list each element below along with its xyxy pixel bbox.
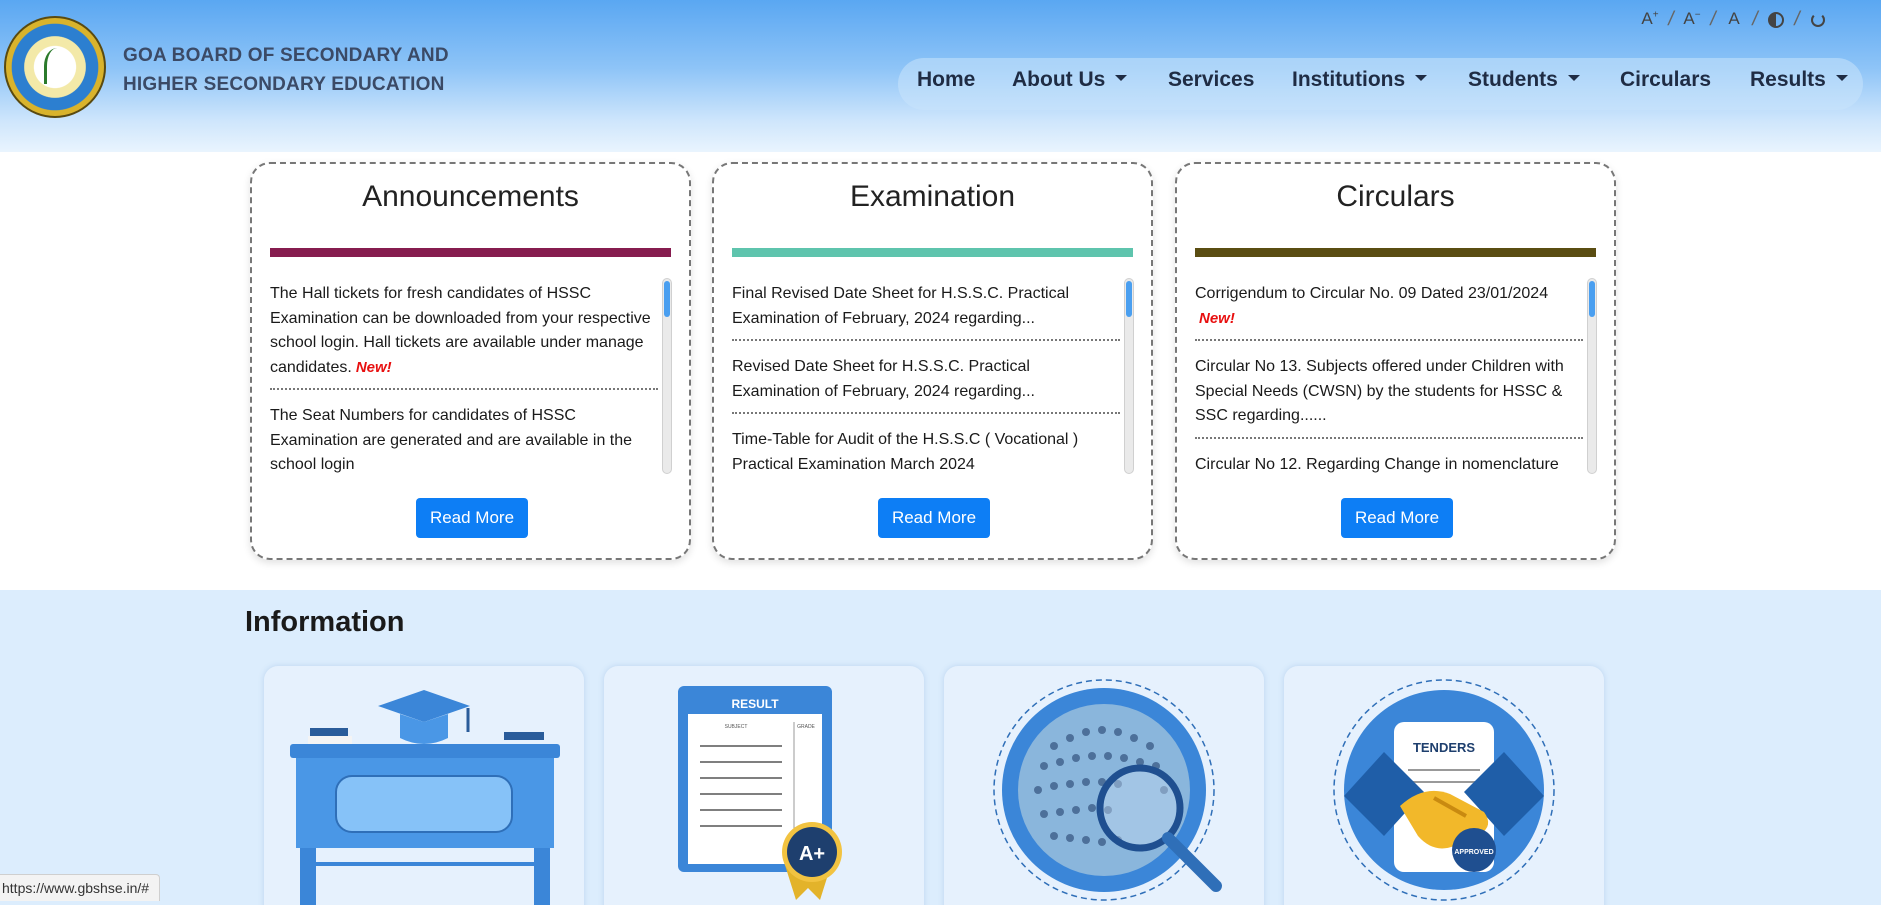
nav-services[interactable]: Services <box>1168 68 1254 92</box>
new-badge: New! <box>355 358 392 376</box>
nav-about-us[interactable]: About Us <box>1012 68 1128 92</box>
card-accent-bar <box>1195 248 1596 257</box>
info-card-search[interactable] <box>944 666 1264 905</box>
read-more-button[interactable]: Read More <box>878 498 990 538</box>
org-name-line2: HIGHER SECONDARY EDUCATION <box>123 74 445 95</box>
approved-stamp: APPROVED <box>1454 849 1493 856</box>
circulars-list[interactable]: Corrigendum to Circular No. 09 Dated 23/… <box>1195 278 1583 478</box>
new-badge: New! <box>1199 309 1235 327</box>
tenders-title: TENDERS <box>1413 740 1475 755</box>
scrollbar[interactable] <box>1587 278 1597 474</box>
chevron-down-icon <box>1835 75 1848 82</box>
examination-list[interactable]: Final Revised Date Sheet for H.S.S.C. Pr… <box>732 278 1120 478</box>
org-name-line1: GOA BOARD OF SECONDARY AND <box>123 45 449 66</box>
scrollbar[interactable] <box>662 278 672 474</box>
contrast-toggle-button[interactable] <box>1762 9 1790 29</box>
chevron-down-icon <box>1567 75 1580 82</box>
list-item[interactable]: The Seat Numbers for candidates of HSSC … <box>270 400 658 478</box>
announcements-list[interactable]: The Hall tickets for fresh candidates of… <box>270 278 658 478</box>
section-title: Information <box>245 606 405 638</box>
scrollbar-thumb[interactable] <box>664 281 670 317</box>
list-item[interactable]: The Hall tickets for fresh candidates of… <box>270 278 658 390</box>
grade-badge: A+ <box>799 843 825 865</box>
browser-status-bar: https://www.gbshse.in/# <box>0 874 161 901</box>
list-item[interactable]: Revised Date Sheet for H.S.S.C. Practica… <box>732 351 1120 414</box>
scrollbar[interactable] <box>1124 278 1134 474</box>
site-header: GOA BOARD OF SECONDARY AND HIGHER SECOND… <box>0 0 1881 152</box>
svg-text:SUBJECT: SUBJECT <box>725 724 748 730</box>
read-more-button[interactable]: Read More <box>416 498 528 538</box>
people-search-icon <box>993 679 1222 901</box>
nav-home[interactable]: Home <box>917 68 975 92</box>
font-reset-button[interactable]: A <box>1720 9 1748 29</box>
nav-circulars[interactable]: Circulars <box>1620 68 1711 92</box>
circulars-card: Circulars Corrigendum to Circular No. 09… <box>1175 162 1616 560</box>
card-accent-bar <box>270 248 671 257</box>
nav-institutions[interactable]: Institutions <box>1292 68 1428 92</box>
list-item[interactable]: Circular No 12. Regarding Change in nome… <box>1195 449 1583 479</box>
contrast-icon <box>1768 11 1784 28</box>
list-item[interactable]: Circular No 13. Subjects offered under C… <box>1195 351 1583 439</box>
reset-settings-button[interactable] <box>1804 9 1832 29</box>
board-logo-icon[interactable] <box>4 16 106 118</box>
chevron-down-icon <box>1115 75 1128 82</box>
school-desk-icon <box>290 690 560 905</box>
list-item[interactable]: Time-Table for Audit of the H.S.S.C ( Vo… <box>732 424 1120 478</box>
info-card-tenders[interactable]: TENDERS APPROVED <box>1284 666 1604 905</box>
card-accent-bar <box>732 248 1133 257</box>
list-item[interactable]: Corrigendum to Circular No. 09 Dated 23/… <box>1195 278 1583 341</box>
list-item[interactable]: Final Revised Date Sheet for H.S.S.C. Pr… <box>732 278 1120 341</box>
tenders-icon: TENDERS APPROVED <box>1333 679 1555 901</box>
scrollbar-thumb[interactable] <box>1589 281 1595 317</box>
chevron-down-icon <box>1415 75 1428 82</box>
org-name[interactable]: GOA BOARD OF SECONDARY AND HIGHER SECOND… <box>123 41 503 99</box>
font-decrease-button[interactable]: A− <box>1678 9 1706 29</box>
card-title: Examination <box>849 180 1016 213</box>
announcements-card: Announcements The Hall tickets for fresh… <box>250 162 691 560</box>
info-card-results[interactable]: RESULT SUBJECT GRADE A+ <box>604 666 924 905</box>
examination-card: Examination Final Revised Date Sheet for… <box>712 162 1153 560</box>
accessibility-toolbar: A+ / A− / A / / <box>1636 6 1832 32</box>
information-section: Information RESULT SUBJECT GRADE A+ TEND… <box>0 590 1881 905</box>
nav-students[interactable]: Students <box>1468 68 1580 92</box>
result-sheet-icon: RESULT SUBJECT GRADE A+ <box>678 686 842 900</box>
card-title: Circulars <box>1336 180 1455 213</box>
sheet-title: RESULT <box>731 697 779 711</box>
scrollbar-thumb[interactable] <box>1126 281 1132 317</box>
nav-results[interactable]: Results <box>1750 68 1848 92</box>
info-card-school[interactable] <box>264 666 584 905</box>
font-increase-button[interactable]: A+ <box>1636 9 1664 29</box>
card-title: Announcements <box>362 180 579 213</box>
refresh-icon <box>1811 12 1825 27</box>
svg-text:GRADE: GRADE <box>797 724 815 730</box>
read-more-button[interactable]: Read More <box>1341 498 1453 538</box>
